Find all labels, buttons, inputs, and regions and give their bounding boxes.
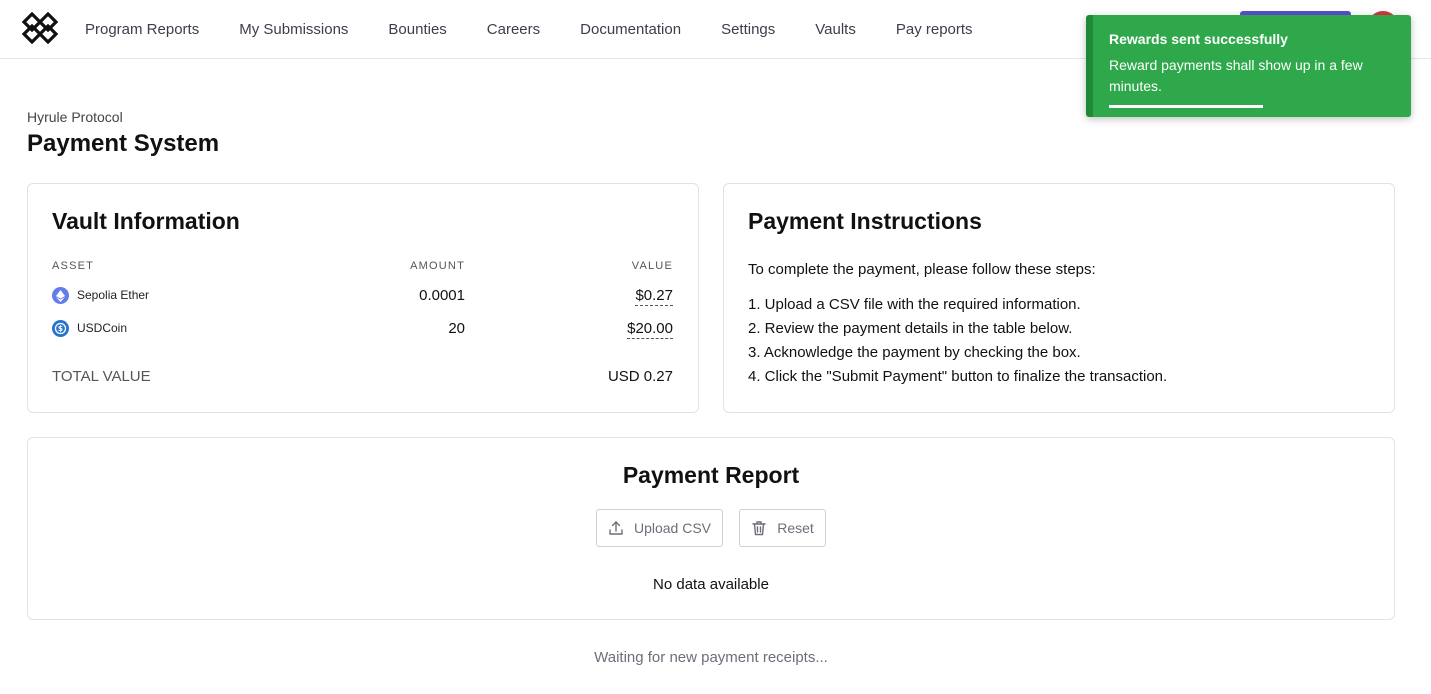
toast-progress-bar (1109, 105, 1263, 108)
logo-icon[interactable] (22, 12, 58, 44)
upload-icon (609, 521, 623, 535)
nav-settings[interactable]: Settings (721, 21, 775, 38)
asset-amount: 0.0001 (419, 287, 465, 304)
vault-card-title: Vault Information (52, 208, 240, 234)
column-header-asset: ASSET (52, 260, 95, 272)
breadcrumb: Hyrule Protocol (27, 109, 123, 125)
asset-value[interactable]: $0.27 (635, 287, 673, 306)
instruction-step: 1. Upload a CSV file with the required i… (748, 296, 1081, 313)
instruction-step: 4. Click the "Submit Payment" button to … (748, 368, 1168, 385)
payment-instructions-card: Payment Instructions To complete the pay… (723, 183, 1395, 413)
upload-csv-button[interactable]: Upload CSV (596, 509, 723, 547)
payment-report-card: Payment Report Upload CSV Reset No data … (27, 437, 1395, 620)
nav-vaults[interactable]: Vaults (815, 21, 856, 38)
reset-button[interactable]: Reset (739, 509, 826, 547)
asset-name: Sepolia Ether (77, 288, 150, 302)
asset-name: USDCoin (77, 321, 128, 335)
instruction-step: 2. Review the payment details in the tab… (748, 320, 1073, 337)
asset-value[interactable]: $20.00 (627, 320, 673, 339)
success-toast[interactable]: Rewards sent successfully Reward payment… (1086, 15, 1411, 117)
table-row: $ USDCoin 20 $20.00 (28, 317, 698, 341)
empty-state-text: No data available (653, 576, 769, 593)
nav-bounties[interactable]: Bounties (388, 21, 446, 38)
asset-amount: 20 (448, 320, 465, 337)
toast-title: Rewards sent successfully (1109, 31, 1288, 47)
instructions-intro: To complete the payment, please follow t… (748, 261, 1096, 278)
svg-text:$: $ (58, 324, 63, 333)
instruction-step: 3. Acknowledge the payment by checking t… (748, 344, 1081, 361)
instructions-card-title: Payment Instructions (748, 208, 982, 234)
nav-my-submissions[interactable]: My Submissions (239, 21, 348, 38)
report-card-title: Payment Report (622, 462, 800, 488)
reset-label: Reset (777, 520, 814, 536)
total-value-label: TOTAL VALUE (52, 368, 151, 385)
nav-careers[interactable]: Careers (487, 21, 540, 38)
toast-message: Reward payments shall show up in a few m… (1109, 57, 1363, 94)
usdc-icon: $ (52, 320, 69, 337)
table-row: Sepolia Ether 0.0001 $0.27 (28, 284, 698, 308)
instructions-list: 1. Upload a CSV file with the required i… (748, 293, 1167, 389)
waiting-status-text: Waiting for new payment receipts... (594, 649, 828, 666)
vault-information-card: Vault Information ASSET AMOUNT VALUE Sep… (27, 183, 699, 413)
page-title: Payment System (27, 130, 220, 157)
total-value-amount: USD 0.27 (607, 368, 673, 385)
column-header-value: VALUE (631, 260, 673, 272)
nav-documentation[interactable]: Documentation (580, 21, 681, 38)
ethereum-icon (52, 287, 69, 304)
nav-program-reports[interactable]: Program Reports (85, 21, 199, 38)
trash-icon (752, 521, 766, 536)
main-nav: Program Reports My Submissions Bounties … (85, 0, 1013, 59)
upload-csv-label: Upload CSV (633, 520, 712, 536)
column-header-amount: AMOUNT (410, 260, 465, 272)
nav-pay-reports[interactable]: Pay reports (896, 21, 973, 38)
